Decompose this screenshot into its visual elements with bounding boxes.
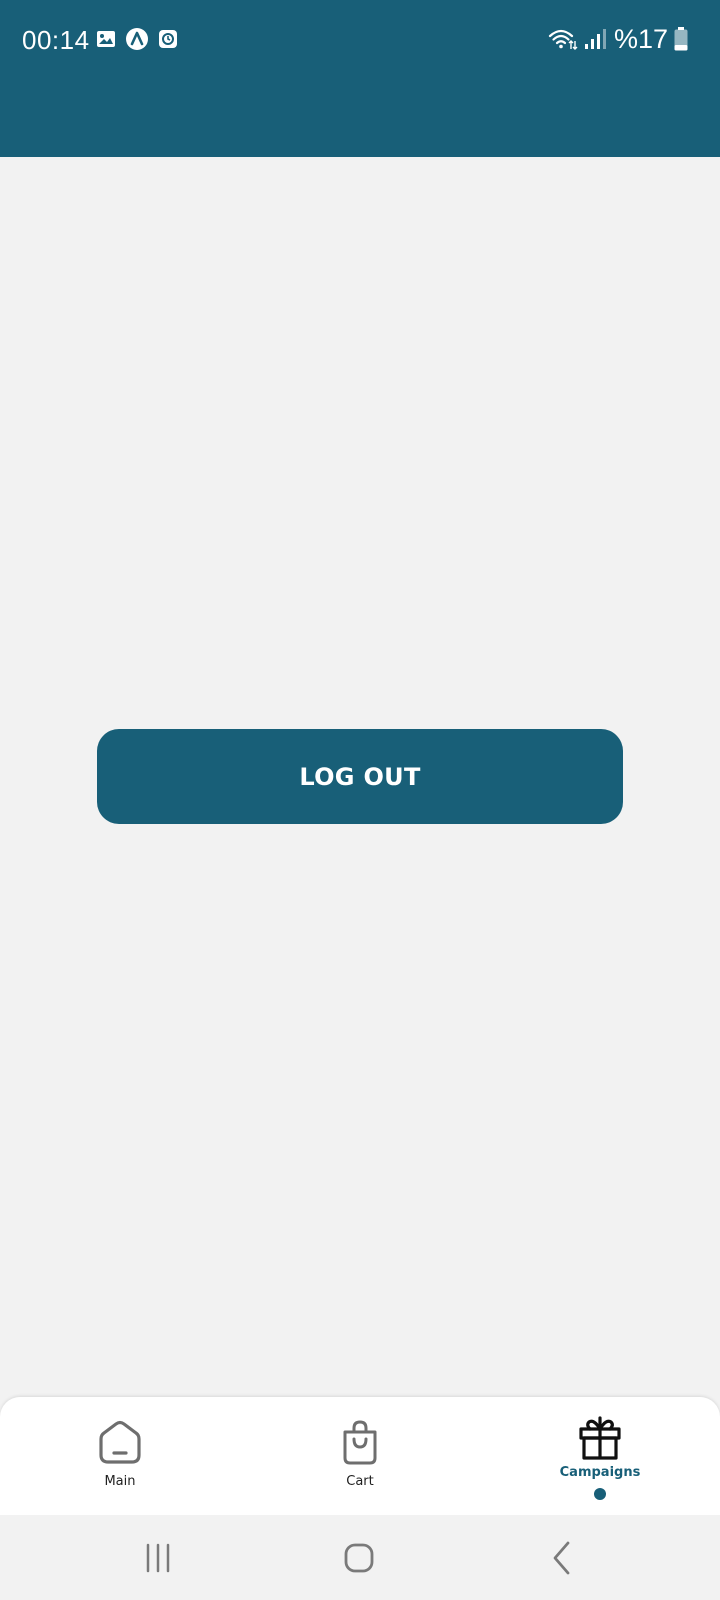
clock-app-icon [159,30,177,48]
battery-icon [674,27,688,51]
nav-label-cart: Cart [346,1474,374,1489]
home-icon [99,1420,141,1464]
nav-item-campaigns[interactable]: Campaigns [520,1397,680,1515]
nav-item-main[interactable]: Main [40,1397,200,1515]
shopping-bag-icon [343,1420,377,1465]
nav-label-main: Main [104,1474,136,1489]
recents-icon[interactable] [133,1533,183,1583]
battery-percentage: %17 [613,23,668,54]
system-navigation-bar [0,1515,720,1600]
status-bar: 00:14 %17 [0,0,720,80]
app-a-icon [126,28,148,50]
back-icon[interactable] [537,1533,587,1583]
nav-label-campaigns: Campaigns [559,1465,641,1480]
signal-icon [584,29,606,49]
logout-button[interactable]: LOG OUT [97,729,623,824]
status-time: 00:14 [22,25,90,55]
wifi-icon [548,29,578,50]
active-indicator-dot [594,1488,606,1500]
bottom-navigation: Main Cart Campaigns [0,1397,720,1515]
nav-item-cart[interactable]: Cart [280,1397,440,1515]
gift-icon [579,1416,621,1460]
home-button-icon[interactable] [334,1533,384,1583]
gallery-icon [97,31,115,47]
right-status-group: %17 [548,24,688,54]
app-header: 00:14 %17 [0,0,720,157]
